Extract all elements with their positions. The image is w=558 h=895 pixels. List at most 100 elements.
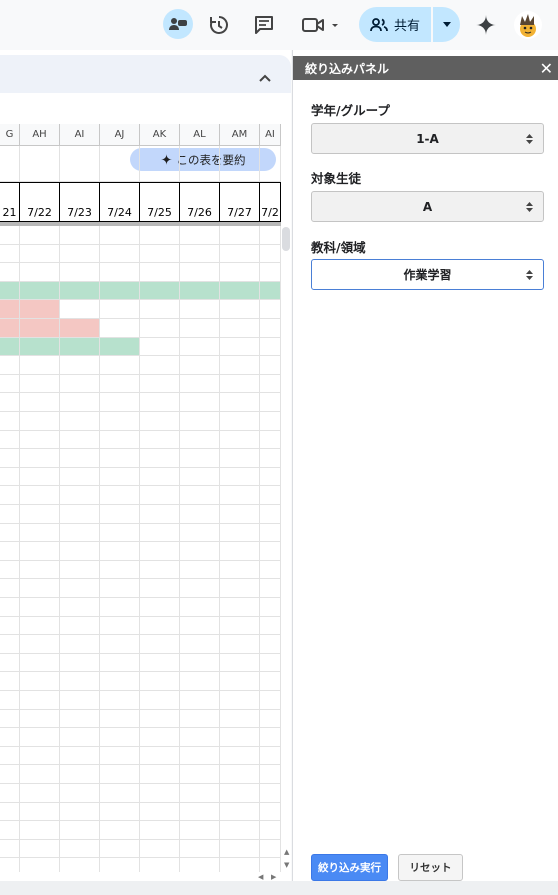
cell[interactable] xyxy=(220,374,260,394)
cell[interactable] xyxy=(260,374,281,394)
cell[interactable] xyxy=(140,486,180,505)
cell[interactable] xyxy=(100,467,140,487)
cell[interactable] xyxy=(60,746,100,766)
cell[interactable] xyxy=(180,356,220,375)
cell[interactable] xyxy=(220,802,260,822)
cell[interactable] xyxy=(20,244,60,264)
cell[interactable] xyxy=(260,560,281,580)
cell[interactable] xyxy=(180,635,220,654)
column-header[interactable]: AI xyxy=(260,124,281,146)
cell[interactable] xyxy=(60,728,100,747)
cell[interactable] xyxy=(180,393,220,412)
grade-group-select[interactable]: 1-A xyxy=(311,123,544,154)
highlighted-cell[interactable] xyxy=(20,337,60,357)
cell[interactable] xyxy=(220,746,260,766)
cell[interactable] xyxy=(140,226,180,245)
cell[interactable] xyxy=(140,430,180,450)
cell[interactable] xyxy=(100,839,140,859)
cell[interactable] xyxy=(60,244,100,264)
cell[interactable] xyxy=(180,821,220,840)
cell[interactable] xyxy=(20,765,60,784)
cell[interactable] xyxy=(0,858,20,872)
cell[interactable] xyxy=(140,146,180,182)
cell[interactable] xyxy=(220,337,260,357)
cell[interactable] xyxy=(100,449,140,468)
cell[interactable] xyxy=(140,263,180,282)
cell[interactable] xyxy=(60,374,100,394)
cell[interactable] xyxy=(100,858,140,872)
cell[interactable] xyxy=(0,728,20,747)
cell[interactable] xyxy=(100,393,140,412)
cell[interactable] xyxy=(0,542,20,561)
cell[interactable] xyxy=(0,765,20,784)
cell[interactable] xyxy=(60,412,100,431)
cell[interactable] xyxy=(20,579,60,598)
cell[interactable] xyxy=(220,430,260,450)
cell[interactable] xyxy=(0,356,20,375)
cell[interactable] xyxy=(60,858,100,872)
column-header[interactable]: G xyxy=(0,124,20,146)
cell[interactable] xyxy=(100,542,140,561)
cell[interactable] xyxy=(140,319,180,338)
column-header[interactable]: AM xyxy=(220,124,260,146)
cell[interactable] xyxy=(60,691,100,710)
cell[interactable] xyxy=(220,505,260,524)
cell[interactable] xyxy=(260,226,281,245)
chevron-up-icon[interactable] xyxy=(259,67,271,82)
cell[interactable] xyxy=(100,374,140,394)
cell[interactable] xyxy=(180,337,220,357)
cell[interactable] xyxy=(60,802,100,822)
cell[interactable] xyxy=(140,691,180,710)
highlighted-cell[interactable] xyxy=(0,300,20,319)
cell[interactable] xyxy=(220,146,260,182)
scroll-right-arrow[interactable]: ▶ xyxy=(271,873,276,881)
cell[interactable] xyxy=(20,784,60,803)
cell[interactable] xyxy=(20,802,60,822)
cell[interactable] xyxy=(180,784,220,803)
cell[interactable] xyxy=(140,746,180,766)
cell[interactable] xyxy=(140,784,180,803)
comment-icon[interactable] xyxy=(251,12,277,38)
highlighted-cell[interactable] xyxy=(180,281,220,301)
cell[interactable] xyxy=(260,300,281,319)
cell[interactable] xyxy=(100,598,140,617)
cell[interactable] xyxy=(180,616,220,636)
cell[interactable] xyxy=(60,598,100,617)
cell[interactable] xyxy=(220,467,260,487)
cell[interactable] xyxy=(20,691,60,710)
cell[interactable] xyxy=(180,319,220,338)
cell[interactable] xyxy=(260,746,281,766)
cell[interactable] xyxy=(0,616,20,636)
cell[interactable] xyxy=(0,430,20,450)
cell[interactable] xyxy=(100,784,140,803)
avatar[interactable] xyxy=(514,11,542,39)
cell[interactable] xyxy=(100,802,140,822)
cell[interactable] xyxy=(0,374,20,394)
cell[interactable] xyxy=(180,560,220,580)
cell[interactable] xyxy=(180,802,220,822)
cell[interactable] xyxy=(20,635,60,654)
cell[interactable] xyxy=(180,505,220,524)
cell[interactable] xyxy=(100,430,140,450)
cell[interactable] xyxy=(180,226,220,245)
cell[interactable] xyxy=(100,616,140,636)
cell[interactable] xyxy=(180,430,220,450)
highlighted-cell[interactable] xyxy=(100,281,140,301)
cell[interactable] xyxy=(220,523,260,543)
cell[interactable] xyxy=(220,542,260,561)
cell[interactable] xyxy=(220,616,260,636)
column-header[interactable]: AL xyxy=(180,124,220,146)
cell[interactable] xyxy=(0,263,20,282)
cell[interactable] xyxy=(20,616,60,636)
cell[interactable] xyxy=(260,728,281,747)
cell[interactable] xyxy=(260,765,281,784)
cell[interactable] xyxy=(0,839,20,859)
cell[interactable] xyxy=(60,393,100,412)
cell[interactable] xyxy=(140,393,180,412)
cell[interactable] xyxy=(60,653,100,673)
cell[interactable] xyxy=(140,728,180,747)
cell[interactable] xyxy=(60,486,100,505)
highlighted-cell[interactable] xyxy=(220,281,260,301)
cell[interactable] xyxy=(180,672,220,691)
cell[interactable] xyxy=(0,821,20,840)
